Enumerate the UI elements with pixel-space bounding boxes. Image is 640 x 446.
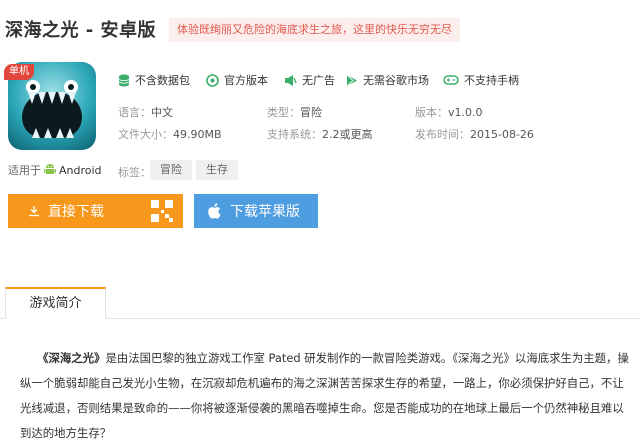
info-key: 文件大小： bbox=[118, 128, 173, 141]
info-system: 支持系统：2.2或更高 bbox=[267, 126, 373, 142]
feature-no-gamepad: 不支持手柄 bbox=[443, 72, 519, 88]
info-date: 发布时间：2015-08-26 bbox=[415, 126, 534, 142]
feature-label: 不含数据包 bbox=[135, 74, 190, 87]
feature-label: 无需谷歌市场 bbox=[363, 74, 429, 87]
info-value: 中文 bbox=[151, 106, 173, 119]
info-value: 2015-08-26 bbox=[470, 128, 534, 141]
page-title: 深海之光 - 安卓版 bbox=[5, 20, 157, 41]
package-icon bbox=[206, 73, 219, 87]
description-text: 是由法国巴黎的独立游戏工作室 Pated 研发制作的一款冒险类游戏。《深海之光》… bbox=[20, 351, 629, 440]
info-key: 语言： bbox=[118, 106, 151, 119]
info-value: 2.2或更高 bbox=[322, 128, 373, 141]
info-value: 49.90MB bbox=[173, 128, 222, 141]
info-tags-label: 标签： bbox=[118, 164, 151, 180]
feature-label: 官方版本 bbox=[224, 74, 268, 87]
tag-adventure[interactable]: 冒险 bbox=[150, 160, 192, 180]
database-icon bbox=[118, 74, 130, 87]
info-type: 类型：冒险 bbox=[267, 104, 322, 120]
info-version: 版本：v1.0.0 bbox=[415, 104, 483, 120]
feature-official-version: 官方版本 bbox=[206, 72, 268, 88]
platform-info: 适用于 Android bbox=[8, 162, 102, 178]
feature-label: 无广告 bbox=[302, 74, 335, 87]
info-language: 语言：中文 bbox=[118, 104, 173, 120]
feature-no-data-pack: 不含数据包 bbox=[118, 72, 190, 88]
android-icon bbox=[43, 163, 57, 177]
info-key: 支持系统： bbox=[267, 128, 322, 141]
info-key: 版本： bbox=[415, 106, 448, 119]
game-name: 《深海之光》 bbox=[37, 351, 106, 365]
info-size: 文件大小：49.90MB bbox=[118, 126, 222, 142]
no-ads-icon bbox=[284, 74, 297, 87]
play-store-icon bbox=[346, 74, 358, 87]
info-key: 发布时间： bbox=[415, 128, 470, 141]
tag-survival[interactable]: 生存 bbox=[196, 160, 238, 180]
info-value: 冒险 bbox=[300, 106, 322, 119]
feature-label: 不支持手柄 bbox=[464, 74, 519, 87]
apple-icon bbox=[208, 203, 222, 219]
download-icon bbox=[28, 205, 40, 217]
slogan-banner: 体验既绚丽又危险的海底求生之旅，这里的快乐无穷无尽 bbox=[169, 18, 460, 42]
game-description: 《深海之光》是由法国巴黎的独立游戏工作室 Pated 研发制作的一款冒险类游戏。… bbox=[20, 346, 632, 446]
info-key: 标签： bbox=[118, 166, 151, 179]
direct-download-button[interactable]: 直接下载 bbox=[8, 194, 183, 228]
feature-no-google-play: 无需谷歌市场 bbox=[346, 72, 429, 88]
direct-download-label: 直接下载 bbox=[48, 204, 104, 220]
qr-code-icon[interactable] bbox=[151, 200, 173, 222]
gamepad-icon bbox=[443, 74, 459, 86]
suitable-label: 适用于 bbox=[8, 164, 41, 177]
tab-game-intro[interactable]: 游戏简介 bbox=[5, 287, 106, 319]
platform-name: Android bbox=[59, 163, 102, 177]
feature-no-ads: 无广告 bbox=[284, 72, 335, 88]
standalone-ribbon: 单机 bbox=[4, 64, 34, 80]
apple-download-label: 下载苹果版 bbox=[230, 204, 300, 220]
info-key: 类型： bbox=[267, 106, 300, 119]
apple-download-button[interactable]: 下载苹果版 bbox=[194, 194, 318, 228]
info-value: v1.0.0 bbox=[448, 106, 483, 119]
